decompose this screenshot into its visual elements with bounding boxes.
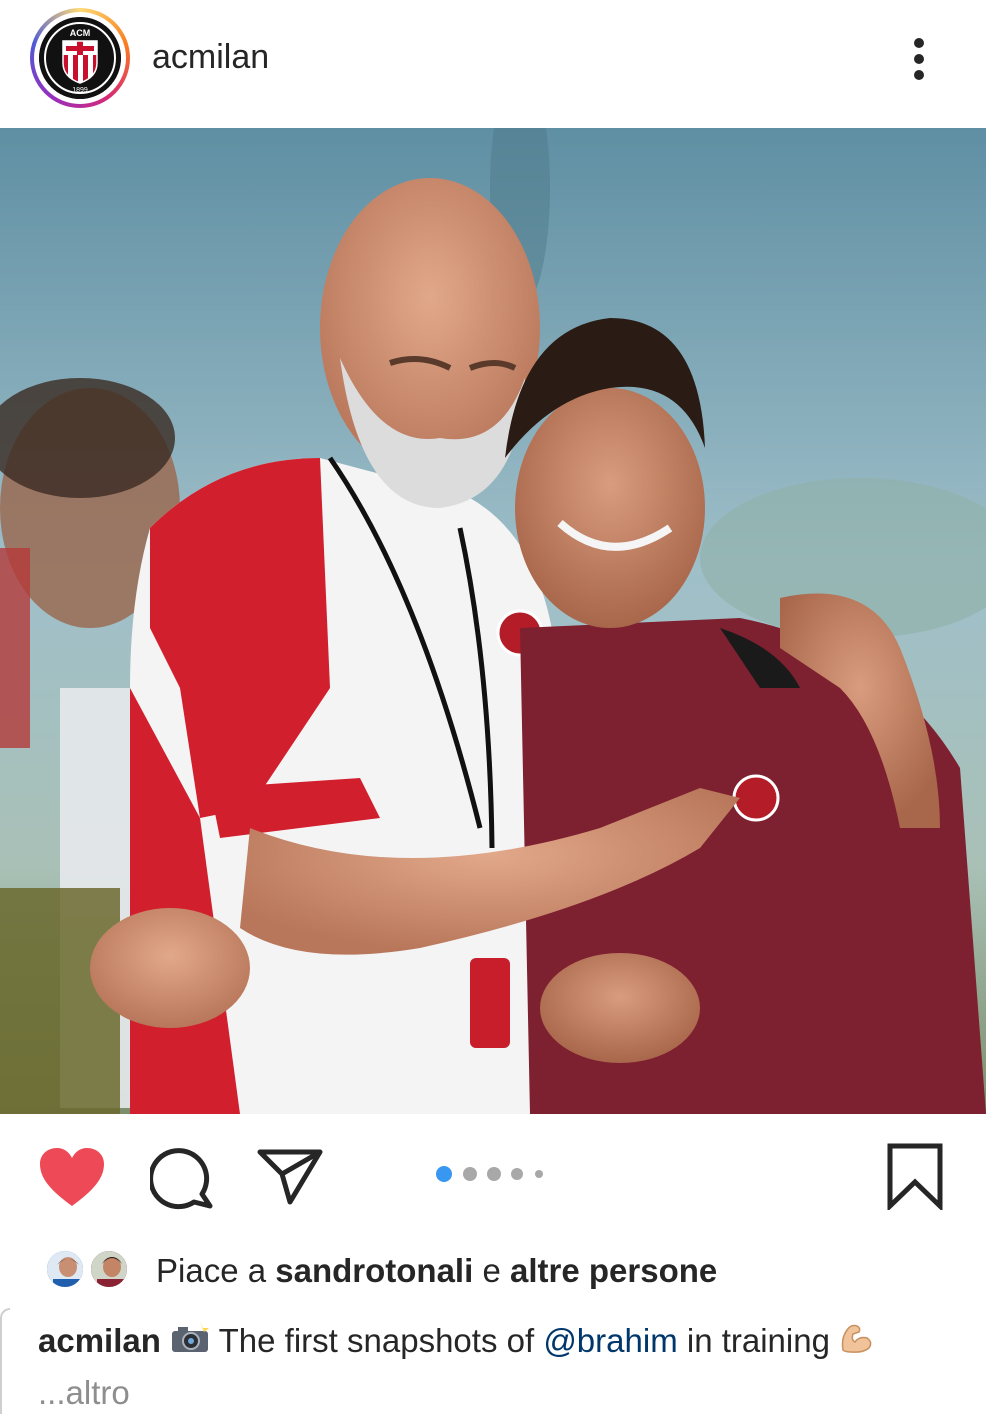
post-caption: acmilan The first snapshots of @brahim i… xyxy=(38,1316,958,1414)
likes-summary[interactable]: Piace a sandrotonali e altre persone xyxy=(156,1252,717,1290)
caption-mention-link[interactable]: @brahim xyxy=(543,1322,677,1359)
caption-text-1: The first snapshots of xyxy=(210,1322,544,1359)
likes-joiner: e xyxy=(473,1252,510,1289)
caption-more-link[interactable]: ...altro xyxy=(38,1374,130,1411)
more-dot xyxy=(914,54,924,64)
carousel-dot xyxy=(511,1168,523,1180)
avatar[interactable]: ACM 1899 xyxy=(30,8,130,108)
ac-milan-crest-icon: ACM 1899 xyxy=(39,17,121,99)
paper-plane-icon[interactable] xyxy=(256,1148,324,1211)
more-options-button[interactable] xyxy=(900,30,940,86)
post-photo[interactable] xyxy=(0,128,986,1114)
carousel-dot-active xyxy=(436,1166,452,1182)
bookmark-icon[interactable] xyxy=(886,1142,944,1215)
thread-line xyxy=(0,1308,10,1414)
caption-username[interactable]: acmilan xyxy=(38,1322,161,1359)
svg-text:ACM: ACM xyxy=(70,28,91,38)
flexed-biceps-emoji-icon xyxy=(839,1318,873,1368)
heart-filled-icon[interactable] xyxy=(38,1146,106,1213)
camera-flash-emoji-icon xyxy=(170,1318,210,1368)
caption-text-2: in training xyxy=(677,1322,840,1359)
liker-avatar[interactable] xyxy=(88,1248,130,1290)
comment-icon[interactable] xyxy=(148,1148,214,1215)
more-dot xyxy=(914,38,924,48)
likes-prefix: Piace a xyxy=(156,1252,276,1289)
post-username[interactable]: acmilan xyxy=(152,38,269,77)
carousel-dot xyxy=(463,1167,477,1181)
more-dot xyxy=(914,70,924,80)
carousel-dot xyxy=(487,1167,501,1181)
carousel-dot xyxy=(535,1170,543,1178)
post-header: ACM 1899 acmilan xyxy=(0,0,986,128)
liker-avatar[interactable] xyxy=(44,1248,86,1290)
svg-text:1899: 1899 xyxy=(72,87,88,94)
liker-username[interactable]: sandrotonali xyxy=(275,1252,473,1289)
likes-others-link[interactable]: altre persone xyxy=(510,1252,717,1289)
